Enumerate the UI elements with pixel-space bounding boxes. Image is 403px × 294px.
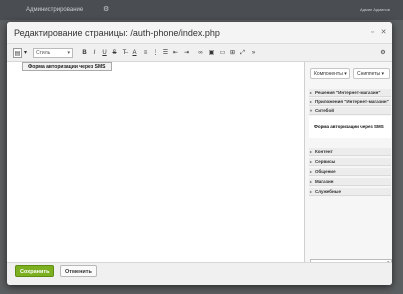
tree-group-label: Служебные: [315, 189, 342, 194]
toggle-view-icon[interactable]: ▤: [13, 48, 22, 58]
admin-top-bar: Администрирование ⚙ Админ Админов: [0, 0, 403, 20]
tree-group-content[interactable]: ▸ Контент: [309, 148, 391, 156]
bold-icon[interactable]: B: [81, 48, 88, 58]
chevron-down-icon[interactable]: ▾: [23, 48, 28, 58]
dialog-title: Редактирование страницы: /auth-phone/ind…: [14, 28, 220, 38]
remove-format-icon[interactable]: T̶: [121, 48, 128, 58]
caret-down-icon: ▾: [310, 108, 313, 113]
text-color-icon[interactable]: A: [131, 48, 138, 58]
tree-group-label: Сервисы: [315, 159, 336, 164]
bullet-list-icon[interactable]: ☰: [162, 48, 169, 58]
chevron-down-icon: ▾: [67, 50, 70, 56]
indent-icon[interactable]: ⇥: [183, 48, 190, 58]
caret-right-icon: ▸: [310, 189, 313, 194]
tree-group-site[interactable]: ▾ Ситебой: [309, 107, 391, 115]
tab-snippets-label: Сниппеты: [357, 71, 381, 77]
save-button[interactable]: Сохранить: [15, 265, 55, 277]
caret-right-icon: ▸: [310, 90, 313, 95]
tree-group-label: Решения "Интернет-магазин": [315, 90, 381, 95]
edit-page-dialog: Редактирование страницы: /auth-phone/ind…: [7, 22, 392, 285]
settings-gear-icon[interactable]: ⚙: [379, 48, 387, 58]
dialog-titlebar[interactable]: Редактирование страницы: /auth-phone/ind…: [7, 22, 392, 44]
align-icon[interactable]: ≡: [142, 48, 149, 58]
strikethrough-icon[interactable]: S: [111, 48, 118, 58]
caret-right-icon: ▸: [310, 159, 313, 164]
admin-tab[interactable]: Администрирование: [22, 5, 87, 16]
link-icon[interactable]: ∞: [197, 48, 204, 58]
tree-group-shop[interactable]: ▸ Магазин: [309, 178, 391, 186]
tree-group-apps[interactable]: ▸ Приложения "Интернет-магазин": [309, 98, 391, 106]
tree-group-service[interactable]: ▸ Служебные: [309, 188, 391, 196]
tree-group-label: Магазин: [315, 179, 334, 184]
gear-icon[interactable]: ⚙: [103, 5, 109, 13]
tree-group-label: Приложения "Интернет-магазин": [315, 99, 389, 104]
tree-group-communication[interactable]: ▸ Общение: [309, 168, 391, 176]
editor-area[interactable]: [15, 62, 303, 267]
caret-right-icon: ▸: [310, 99, 313, 104]
tree-group-label: Ситебой: [315, 108, 334, 113]
tree-group-solutions[interactable]: ▸ Решения "Интернет-магазин": [309, 89, 391, 97]
style-select[interactable]: Стиль ▾: [33, 48, 73, 58]
underline-icon[interactable]: U: [101, 48, 108, 58]
component-placeholder[interactable]: Форма авторизации через SMS: [22, 62, 112, 71]
caret-right-icon: ▸: [310, 179, 313, 184]
user-menu[interactable]: Админ Админов: [360, 7, 390, 12]
outdent-icon[interactable]: ⇤: [172, 48, 179, 58]
components-panel: Компоненты ▾ Сниппеты ▾ ▸ Решения "Интер…: [304, 62, 392, 268]
italic-icon[interactable]: I: [91, 48, 98, 58]
fullscreen-icon[interactable]: ⤢: [239, 48, 246, 58]
caret-right-icon: ▸: [310, 149, 313, 154]
tree-group-services[interactable]: ▸ Сервисы: [309, 158, 391, 166]
editor-toolbar: ▤ ▾ Стиль ▾ B I U S T̶ A ≡ ⋮ ☰ ⇤ ⇥ ∞ ▣ ▭…: [7, 44, 392, 62]
more-tools-button[interactable]: »: [250, 48, 257, 58]
tab-snippets[interactable]: Сниппеты ▾: [353, 68, 390, 79]
numbered-list-icon[interactable]: ⋮: [152, 48, 159, 58]
tree-group-label: Общение: [315, 169, 336, 174]
close-icon[interactable]: ✕: [379, 28, 388, 37]
tab-components-label: Компоненты: [314, 71, 343, 77]
component-sms-auth[interactable]: Форма авторизации через SMS: [309, 116, 391, 138]
image-icon[interactable]: ▣: [208, 48, 215, 58]
style-select-value: Стиль: [36, 50, 51, 56]
table-icon[interactable]: ⊞: [229, 48, 236, 58]
tab-components[interactable]: Компоненты ▾: [310, 68, 350, 79]
cancel-button[interactable]: Отменить: [60, 265, 97, 277]
caret-right-icon: ▸: [310, 169, 313, 174]
maximize-icon[interactable]: ▫: [368, 28, 377, 37]
video-icon[interactable]: ▭: [219, 48, 226, 58]
tree-group-label: Контент: [315, 149, 333, 154]
